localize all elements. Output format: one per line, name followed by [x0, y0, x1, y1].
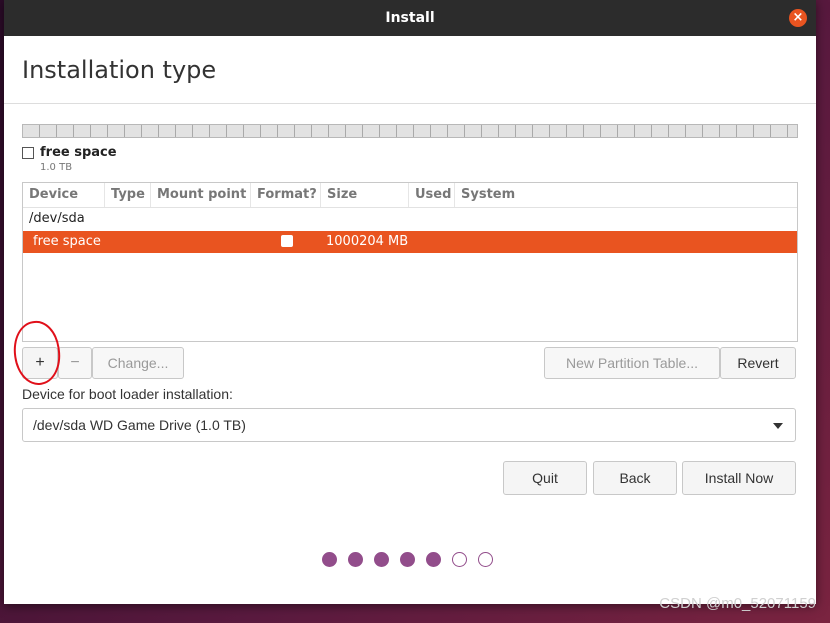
- column-used[interactable]: Used: [409, 183, 455, 207]
- page-title: Installation type: [22, 56, 217, 84]
- title-bar: Install ×: [4, 0, 816, 36]
- free-space-swatch: [22, 147, 34, 159]
- column-type[interactable]: Type: [105, 183, 151, 207]
- column-system[interactable]: System: [455, 183, 797, 207]
- table-row[interactable]: free space 1000204 MB: [23, 231, 797, 253]
- back-button[interactable]: Back: [593, 461, 677, 495]
- device-row[interactable]: /dev/sda: [23, 208, 797, 230]
- row-size: 1000204 MB: [326, 234, 409, 249]
- progress-dot-4: [400, 552, 415, 567]
- partition-table: Device Type Mount point Format? Size Use…: [22, 182, 798, 342]
- installer-window: Install × Installation type free space 1…: [4, 0, 816, 604]
- install-now-button[interactable]: Install Now: [682, 461, 796, 495]
- change-partition-button[interactable]: Change...: [92, 347, 184, 379]
- boot-loader-value: /dev/sda WD Game Drive (1.0 TB): [33, 417, 246, 433]
- progress-dots: [322, 552, 502, 568]
- progress-dot-1: [322, 552, 337, 567]
- progress-dot-5: [426, 552, 441, 567]
- column-format[interactable]: Format?: [251, 183, 321, 207]
- window-title: Install: [385, 10, 435, 26]
- remove-partition-button[interactable]: −: [58, 347, 92, 379]
- disk-usage-bar: [22, 124, 798, 138]
- format-checkbox[interactable]: [281, 235, 293, 247]
- column-device[interactable]: Device: [23, 183, 105, 207]
- watermark: CSDN @m0_52071159: [659, 595, 816, 612]
- header-divider: [4, 103, 816, 104]
- boot-loader-label: Device for boot loader installation:: [22, 386, 233, 402]
- revert-button[interactable]: Revert: [720, 347, 796, 379]
- row-device: free space: [33, 234, 101, 249]
- chevron-down-icon: [773, 423, 783, 429]
- column-size[interactable]: Size: [321, 183, 409, 207]
- legend-label: free space: [40, 145, 117, 160]
- close-icon[interactable]: ×: [789, 9, 807, 27]
- progress-dot-2: [348, 552, 363, 567]
- device-name: /dev/sda: [29, 211, 85, 226]
- progress-dot-7: [478, 552, 493, 567]
- quit-button[interactable]: Quit: [503, 461, 587, 495]
- new-partition-table-button[interactable]: New Partition Table...: [544, 347, 720, 379]
- boot-loader-select[interactable]: /dev/sda WD Game Drive (1.0 TB): [22, 408, 796, 442]
- legend-size: 1.0 TB: [40, 162, 73, 173]
- progress-dot-3: [374, 552, 389, 567]
- progress-dot-6: [452, 552, 467, 567]
- table-header: Device Type Mount point Format? Size Use…: [23, 183, 797, 208]
- column-mount-point[interactable]: Mount point: [151, 183, 251, 207]
